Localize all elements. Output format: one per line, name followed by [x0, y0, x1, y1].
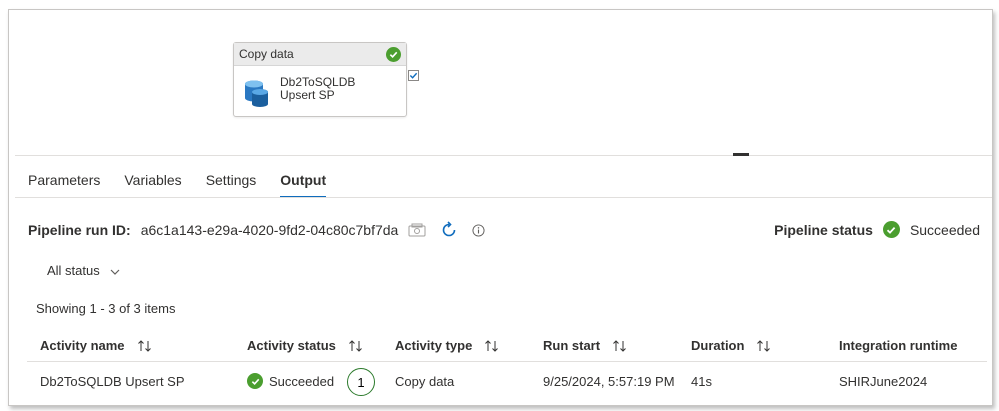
step-callout-badge: 1 — [347, 368, 375, 396]
info-icon[interactable] — [472, 223, 485, 237]
cell-duration: 41s — [691, 373, 712, 389]
pipeline-run-panel: Copy data Db2ToSQLDB Upsert SP Parameter… — [8, 9, 993, 406]
activity-name: Db2ToSQLDB Upsert SP — [280, 75, 356, 102]
sort-icon[interactable] — [612, 339, 628, 352]
sort-icon[interactable] — [348, 339, 364, 352]
cell-run-start: 9/25/2024, 5:57:19 PM — [543, 373, 675, 389]
copy-icon[interactable] — [408, 223, 426, 237]
activity-card-header: Copy data — [234, 43, 406, 66]
chevron-down-icon — [110, 263, 120, 278]
column-header-activity-name[interactable]: Activity name — [27, 338, 234, 353]
column-header-integration-runtime[interactable]: Integration runtime — [826, 338, 987, 353]
pipeline-status: Pipeline status Succeeded — [774, 221, 980, 238]
splitter-grip-handle[interactable] — [733, 153, 749, 156]
items-count: Showing 1 - 3 of 3 items — [36, 301, 176, 316]
sort-icon[interactable] — [484, 339, 500, 352]
database-icon — [244, 78, 270, 108]
activity-type-label: Copy data — [239, 47, 294, 61]
tab-settings[interactable]: Settings — [206, 170, 257, 198]
tab-bar: Parameters Variables Settings Output — [28, 170, 350, 198]
column-header-activity-type[interactable]: Activity type — [382, 338, 530, 353]
run-id-label: Pipeline run ID: — [28, 222, 131, 238]
sort-icon[interactable] — [137, 339, 153, 352]
column-header-duration[interactable]: Duration — [678, 338, 826, 353]
pipeline-canvas[interactable]: Copy data Db2ToSQLDB Upsert SP — [9, 10, 992, 156]
run-id-row: Pipeline run ID: a6c1a143-e29a-4020-9fd2… — [28, 221, 499, 239]
pipeline-status-value: Succeeded — [909, 221, 980, 238]
column-header-run-start[interactable]: Run start — [530, 338, 678, 353]
cell-activity-type: Copy data — [395, 373, 455, 389]
sort-icon[interactable] — [756, 339, 772, 352]
tab-output[interactable]: Output — [280, 170, 326, 198]
activity-select-checkbox[interactable] — [408, 70, 419, 81]
refresh-icon[interactable] — [440, 221, 458, 239]
run-id-value: a6c1a143-e29a-4020-9fd2-04c80c7bf7da — [140, 222, 399, 238]
column-header-activity-status[interactable]: Activity status — [234, 338, 382, 353]
cell-integration-runtime: SHIRJune2024 — [839, 373, 928, 389]
success-check-icon — [386, 46, 401, 62]
activity-card[interactable]: Copy data Db2ToSQLDB Upsert SP — [233, 42, 407, 117]
tab-variables[interactable]: Variables — [124, 170, 181, 198]
status-filter-dropdown[interactable]: All status — [47, 263, 120, 278]
table-header: Activity name Activity status Activity t… — [27, 330, 987, 362]
cell-activity-name[interactable]: Db2ToSQLDB Upsert SP — [27, 374, 234, 389]
tab-parameters[interactable]: Parameters — [28, 170, 100, 198]
success-check-icon — [882, 221, 900, 238]
tabs-divider — [15, 197, 992, 198]
success-check-icon — [247, 373, 263, 389]
table-row[interactable]: Db2ToSQLDB Upsert SP Succeeded Copy data… — [27, 362, 987, 400]
activity-runs-table: Activity name Activity status Activity t… — [27, 330, 987, 400]
panel-splitter[interactable] — [15, 155, 992, 156]
pipeline-status-label: Pipeline status — [774, 221, 873, 238]
status-filter-label: All status — [47, 263, 100, 278]
